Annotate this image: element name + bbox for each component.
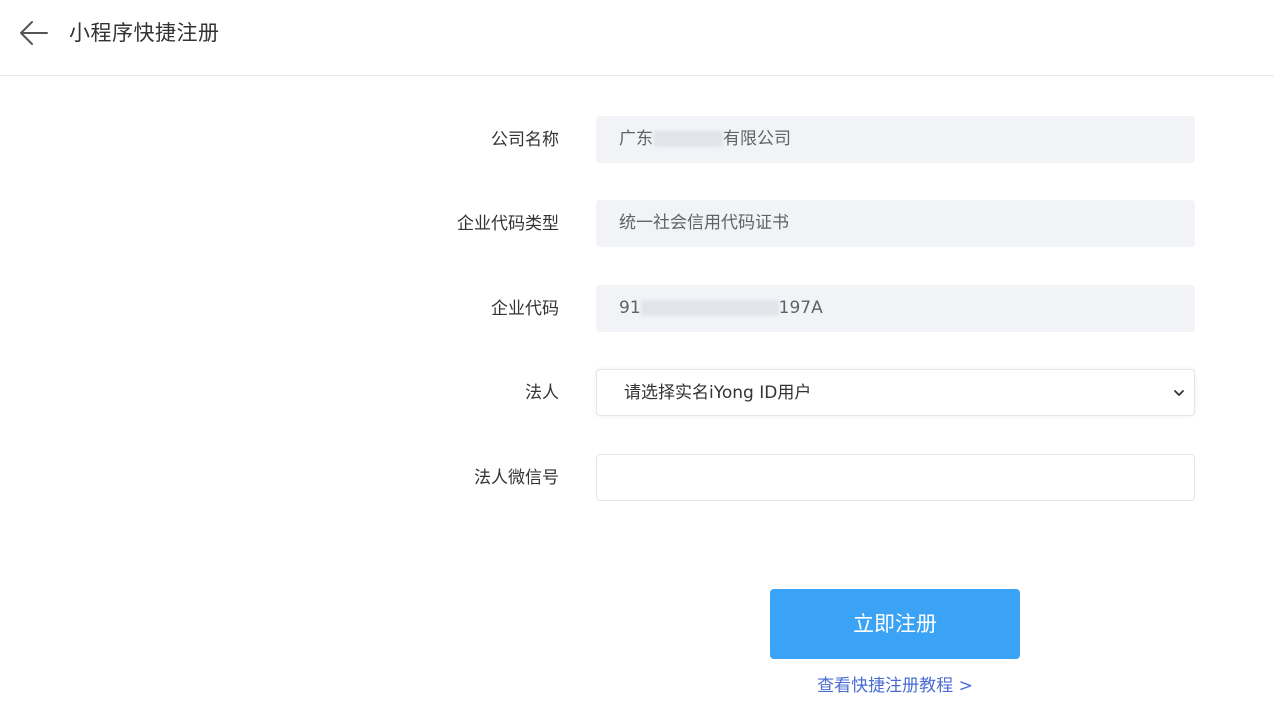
legal-wechat-label: 法人微信号 [474,468,559,488]
legal-person-select[interactable]: 请选择实名iYong ID用户 [596,369,1195,416]
company-name-label: 公司名称 [491,130,559,150]
company-name-suffix: 有限公司 [723,129,791,149]
legal-wechat-input[interactable] [596,454,1195,501]
page-header: 小程序快捷注册 [0,0,1274,76]
masked-text [640,300,779,316]
arrow-left-icon [20,21,48,45]
code-type-label: 企业代码类型 [457,214,559,234]
view-tutorial-link[interactable]: 查看快捷注册教程 > [770,673,1020,699]
enterprise-code-suffix: 197A [778,298,823,318]
page-title: 小程序快捷注册 [69,21,220,45]
code-type-field: 统一社会信用代码证书 [596,200,1195,247]
form-row-legal-person: 法人 请选择实名iYong ID用户 [0,369,1274,417]
form-row-code-type: 企业代码类型 统一社会信用代码证书 [0,200,1274,248]
company-name-prefix: 广东 [619,129,653,149]
register-now-button[interactable]: 立即注册 [770,589,1020,659]
masked-text [653,131,723,147]
enterprise-code-label: 企业代码 [491,299,559,319]
company-name-field: 广东 有限公司 [596,116,1195,163]
legal-person-label: 法人 [525,383,559,403]
form-row-company-name: 公司名称 广东 有限公司 [0,116,1274,164]
enterprise-code-field: 91 197A [596,285,1195,332]
enterprise-code-prefix: 91 [619,298,641,318]
form-row-enterprise-code: 企业代码 91 197A [0,285,1274,333]
legal-person-selected-value: 请选择实名iYong ID用户 [624,383,812,403]
form-row-legal-wechat: 法人微信号 [0,454,1274,502]
chevron-down-icon [1174,390,1184,396]
back-button[interactable] [16,18,50,48]
